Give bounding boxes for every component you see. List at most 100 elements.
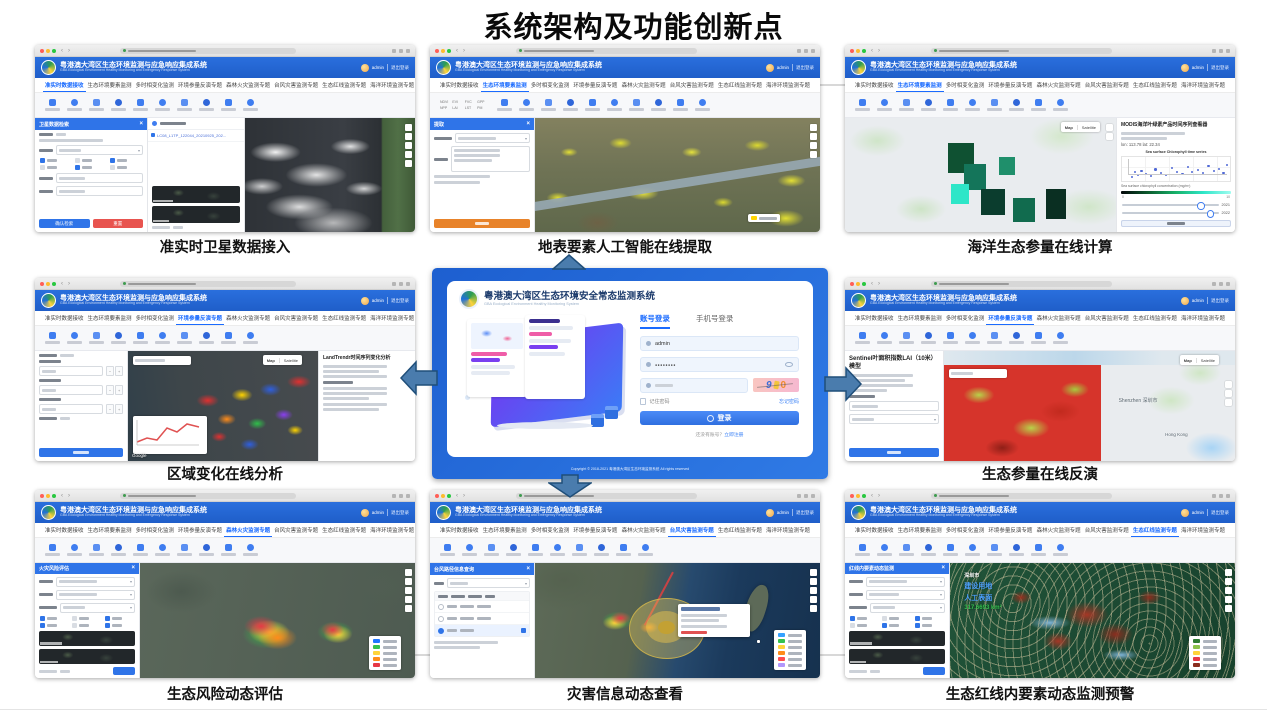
- back-icon[interactable]: ‹: [871, 493, 873, 499]
- tool-icon[interactable]: [89, 544, 104, 556]
- tool-icon[interactable]: [965, 544, 980, 556]
- nav-tab-6[interactable]: 生态红线监测专题: [320, 523, 368, 537]
- checkbox[interactable]: [105, 623, 110, 628]
- url-bar[interactable]: [516, 493, 697, 499]
- tool-icon[interactable]: [155, 99, 170, 111]
- zoom-window-button[interactable]: [862, 494, 866, 498]
- nav-tab-4[interactable]: 森林火灾监测专题: [224, 78, 272, 92]
- nav-tab-3[interactable]: 环境参量反演专题: [176, 311, 224, 325]
- tool-icon[interactable]: [877, 332, 892, 344]
- checkbox[interactable]: [882, 616, 887, 621]
- tab-account-login[interactable]: 账号登录: [640, 313, 670, 329]
- tool-icon[interactable]: [243, 544, 258, 556]
- map-change-detection[interactable]: Map Satellite Google: [128, 351, 318, 461]
- map-fire-risk[interactable]: [140, 563, 415, 678]
- search-button[interactable]: 确认检索: [39, 219, 90, 228]
- tool-icon[interactable]: [519, 99, 534, 111]
- tool-icon[interactable]: [921, 332, 936, 344]
- tool-icon[interactable]: [899, 544, 914, 556]
- map-lai-raster[interactable]: Map Satellite Shenzhen 深圳市 Hong Kong: [944, 351, 1235, 461]
- nav-tab-0[interactable]: 准实时数据接收: [853, 523, 896, 537]
- map-zoom-control[interactable]: [1225, 569, 1232, 612]
- tool-icon[interactable]: [89, 332, 104, 344]
- tool-icon[interactable]: [155, 332, 170, 344]
- tool-icon[interactable]: [607, 99, 622, 111]
- map-zoom-control[interactable]: [1225, 381, 1232, 406]
- tool-icon[interactable]: [638, 544, 653, 556]
- back-icon[interactable]: ‹: [61, 48, 63, 54]
- logout-button[interactable]: 退出登录: [796, 510, 814, 516]
- run-button[interactable]: [434, 219, 530, 228]
- nav-tab-4[interactable]: 森林火灾监测专题: [620, 523, 668, 537]
- avatar[interactable]: [361, 297, 369, 305]
- avatar[interactable]: [766, 509, 774, 517]
- detail-link[interactable]: [681, 631, 707, 634]
- back-icon[interactable]: ‹: [456, 48, 458, 54]
- submit-button[interactable]: [849, 448, 939, 457]
- forgot-password-link[interactable]: 忘记密码: [779, 398, 799, 405]
- tool-icon[interactable]: [177, 332, 192, 344]
- avatar[interactable]: [1181, 297, 1189, 305]
- share-icon[interactable]: [392, 49, 396, 53]
- nav-tab-3[interactable]: 环境参量反演专题: [986, 78, 1034, 92]
- tool-icon[interactable]: [921, 99, 936, 111]
- minimize-window-button[interactable]: [856, 494, 860, 498]
- number-input[interactable]: [39, 366, 103, 376]
- select-input[interactable]: ▾: [455, 133, 530, 143]
- checkbox[interactable]: [915, 623, 920, 628]
- close-icon[interactable]: ×: [941, 565, 945, 571]
- tool-icon[interactable]: [572, 544, 587, 556]
- close-window-button[interactable]: [435, 494, 439, 498]
- nav-tab-2[interactable]: 多时相变化监测: [944, 311, 987, 325]
- result-thumbnail[interactable]: [849, 631, 945, 646]
- chlorophyll-scatter-chart[interactable]: [1121, 156, 1231, 183]
- select-input[interactable]: ▾: [56, 590, 135, 600]
- tool-icon[interactable]: [133, 544, 148, 556]
- nav-tab-1[interactable]: 生态环境要素监测: [86, 523, 134, 537]
- scene-thumbnail[interactable]: [152, 206, 240, 223]
- map-toggle-satellite[interactable]: Satellite: [1197, 358, 1219, 363]
- map-type-toggle[interactable]: Map Satellite: [1061, 122, 1100, 132]
- close-icon[interactable]: ×: [131, 565, 135, 571]
- url-bar[interactable]: [120, 281, 296, 287]
- zoom-window-button[interactable]: [862, 49, 866, 53]
- index-token[interactable]: EVI: [452, 100, 460, 104]
- zoom-window-button[interactable]: [862, 282, 866, 286]
- tool-icon[interactable]: [1053, 332, 1068, 344]
- avatar[interactable]: [1181, 509, 1189, 517]
- tool-icon[interactable]: [111, 332, 126, 344]
- nav-tab-7[interactable]: 海洋环境监测专题: [764, 78, 812, 92]
- map-toggle-map[interactable]: Map: [263, 358, 280, 363]
- checkbox[interactable]: [850, 623, 855, 628]
- close-window-button[interactable]: [40, 494, 44, 498]
- add-tab-icon[interactable]: [804, 49, 808, 53]
- url-bar[interactable]: [120, 48, 296, 54]
- avatar[interactable]: [361, 509, 369, 517]
- forward-icon[interactable]: ›: [68, 281, 70, 287]
- tool-icon[interactable]: [1031, 544, 1046, 556]
- nav-tab-3[interactable]: 环境参量反演专题: [571, 523, 619, 537]
- tabs-icon[interactable]: [1226, 282, 1230, 286]
- scene-thumbnail[interactable]: [152, 186, 240, 203]
- nav-tab-5[interactable]: 台风灾害监测专题: [1083, 78, 1131, 92]
- forward-icon[interactable]: ›: [463, 48, 465, 54]
- minimize-window-button[interactable]: [856, 282, 860, 286]
- nav-tab-6[interactable]: 生态红线监测专题: [1131, 523, 1179, 537]
- nav-tab-3[interactable]: 环境参量反演专题: [176, 78, 224, 92]
- year-slider[interactable]: 2021: [1122, 203, 1230, 207]
- nav-tab-6[interactable]: 生态红线监测专题: [1131, 311, 1179, 325]
- nav-tab-4[interactable]: 森林火灾监测专题: [1035, 523, 1083, 537]
- login-button[interactable]: 登录: [640, 411, 799, 425]
- result-thumbnail[interactable]: [39, 649, 135, 664]
- table-row[interactable]: [435, 613, 529, 625]
- nav-tab-1[interactable]: 生态环境要素监测: [896, 523, 944, 537]
- tool-icon[interactable]: [45, 544, 60, 556]
- index-token[interactable]: NDVI: [440, 100, 448, 104]
- nav-tab-2[interactable]: 多时相变化监测: [134, 311, 177, 325]
- back-icon[interactable]: ‹: [871, 281, 873, 287]
- tool-icon[interactable]: [462, 544, 477, 556]
- map-search-box[interactable]: [133, 356, 191, 365]
- map-toolbar[interactable]: [949, 369, 1007, 378]
- add-tab-icon[interactable]: [399, 494, 403, 498]
- stepper[interactable]: −+: [106, 404, 123, 414]
